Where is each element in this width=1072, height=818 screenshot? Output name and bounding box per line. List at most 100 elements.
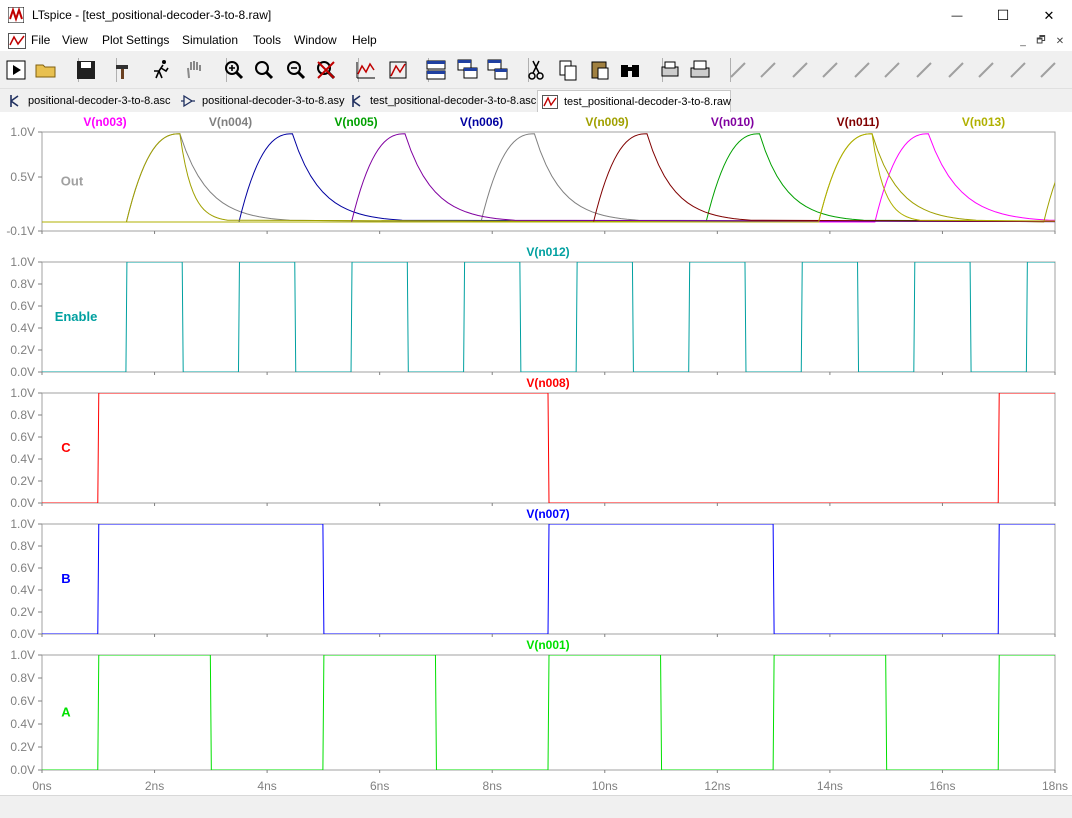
diode-button[interactable] — [911, 57, 937, 83]
plot-pane[interactable]: 1.0V 0.8V 0.6V 0.4V 0.2V 0.0V A V(n001) — [10, 638, 1056, 777]
status-bar — [0, 795, 1072, 818]
y-tick-label: 0.2V — [10, 343, 35, 357]
menu-help[interactable]: Help — [352, 33, 377, 47]
find-button[interactable] — [617, 57, 643, 83]
resistor-button[interactable] — [817, 57, 843, 83]
mdi-restore-icon: 🗗 — [1036, 34, 1046, 46]
label-button[interactable] — [787, 57, 813, 83]
pane-label: A — [61, 705, 71, 720]
y-tick-label: 0.8V — [10, 408, 35, 422]
autorange-button[interactable] — [353, 57, 379, 83]
y-tick-label: 1.0V — [10, 125, 35, 139]
minimize-button[interactable]: — — [934, 0, 980, 31]
toolbar — [0, 52, 1072, 89]
maximize-button[interactable]: ☐ — [980, 0, 1026, 31]
plot-settings-button[interactable] — [385, 57, 411, 83]
hammer-button[interactable] — [111, 57, 137, 83]
tab-symbol-asy[interactable]: positional-decoder-3-to-8.asy — [176, 91, 344, 111]
print-button[interactable] — [687, 57, 713, 83]
waveform-plot[interactable]: 1.0V 0.5V -0.1V Out V(n003) V(n004) V(n005) V(n… — [0, 112, 1072, 795]
zoom-fit-button[interactable] — [251, 57, 277, 83]
copy-button[interactable] — [555, 57, 581, 83]
y-tick-label: 0.0V — [10, 627, 35, 641]
trace-name[interactable]: V(n009) — [585, 115, 628, 129]
component-button[interactable] — [943, 57, 969, 83]
y-tick-label: 0.6V — [10, 299, 35, 313]
undo-button[interactable] — [1035, 57, 1061, 83]
waveform-viewer[interactable]: 1.0V 0.5V -0.1V Out V(n003) V(n004) V(n005) V(n… — [0, 112, 1072, 795]
find-icon — [621, 65, 639, 77]
trace-name[interactable]: V(n004) — [209, 115, 252, 129]
y-tick-label: 0.0V — [10, 365, 35, 379]
label-icon — [792, 62, 808, 78]
capacitor-button[interactable] — [849, 57, 875, 83]
plot-pane[interactable]: 1.0V 0.8V 0.6V 0.4V 0.2V 0.0V Enable V(n012) — [10, 245, 1056, 379]
waveform-icon — [542, 95, 558, 109]
tab-test-schematic-asc[interactable]: test_positional-decoder-3-to-8.asc — [346, 91, 536, 111]
y-tick-label: -0.1V — [6, 224, 35, 238]
running-man-icon — [154, 60, 169, 79]
print-preview-button[interactable] — [657, 57, 683, 83]
hammer-icon — [116, 65, 128, 79]
inductor-button[interactable] — [879, 57, 905, 83]
plot-pane[interactable]: 1.0V 0.8V 0.6V 0.4V 0.2V 0.0V B V(n007) — [10, 507, 1056, 641]
zoom-in-button[interactable] — [221, 57, 247, 83]
mdi-minimize-button[interactable]: _ — [1015, 33, 1031, 49]
run-button[interactable] — [3, 57, 29, 83]
cut-button[interactable] — [523, 57, 549, 83]
save-button[interactable] — [73, 57, 99, 83]
plot-pane[interactable]: 1.0V 0.8V 0.6V 0.4V 0.2V 0.0V C V(n008) — [10, 376, 1056, 510]
open-folder-button[interactable] — [33, 57, 59, 83]
trace-name[interactable]: V(n007) — [526, 507, 569, 521]
x-tick-label: 16ns — [929, 779, 955, 793]
menu-window[interactable]: Window — [294, 33, 337, 47]
y-tick-label: 0.6V — [10, 561, 35, 575]
trace-name[interactable]: V(n008) — [526, 376, 569, 390]
tile-horizontal-icon — [426, 60, 446, 80]
running-man-button[interactable] — [149, 57, 175, 83]
mdi-restore-button[interactable]: 🗗 — [1033, 33, 1049, 49]
ground-icon — [760, 62, 776, 78]
close-icon: ✕ — [1043, 7, 1055, 23]
trace-name[interactable]: V(n011) — [837, 115, 880, 129]
tab-label: test_positional-decoder-3-to-8.asc — [370, 95, 537, 107]
tile-vertical-icon — [487, 59, 508, 80]
close-button[interactable]: ✕ — [1026, 0, 1072, 31]
trace-name[interactable]: V(n010) — [711, 115, 754, 129]
cascade-button[interactable] — [455, 57, 481, 83]
trace-name[interactable]: V(n012) — [526, 245, 569, 259]
cascade-icon — [457, 59, 478, 79]
mdi-close-button[interactable]: ✕ — [1052, 33, 1068, 49]
y-tick-label: 0.0V — [10, 763, 35, 777]
drag-button[interactable] — [1005, 57, 1031, 83]
move-button[interactable] — [973, 57, 999, 83]
menu-file[interactable]: File — [31, 33, 50, 47]
tile-vertical-button[interactable] — [485, 57, 511, 83]
tab-test-raw[interactable]: test_positional-decoder-3-to-8.raw — [537, 90, 731, 113]
y-tick-label: 0.5V — [10, 170, 35, 184]
paste-button[interactable] — [587, 57, 613, 83]
mdi-minimize-icon: _ — [1020, 35, 1026, 47]
trace-name[interactable]: V(n003) — [83, 115, 126, 129]
menu-tools[interactable]: Tools — [253, 33, 281, 47]
waveform-doc-icon — [8, 33, 26, 49]
menu-view[interactable]: View — [62, 33, 88, 47]
menu-plot-settings[interactable]: Plot Settings — [102, 33, 169, 47]
trace-name[interactable]: V(n013) — [962, 115, 1005, 129]
menu-simulation[interactable]: Simulation — [182, 33, 238, 47]
zoom-out-button[interactable] — [283, 57, 309, 83]
y-tick-label: 0.8V — [10, 671, 35, 685]
pane-label: B — [61, 571, 70, 586]
ground-button[interactable] — [755, 57, 781, 83]
minimize-icon: — — [951, 9, 963, 22]
trace-name[interactable]: V(n001) — [526, 638, 569, 652]
plot-pane[interactable]: 1.0V 0.5V -0.1V Out V(n003) V(n004) V(n005) V(n… — [6, 115, 1072, 238]
trace-name[interactable]: V(n006) — [460, 115, 503, 129]
trace-name[interactable]: V(n005) — [334, 115, 377, 129]
draw-wire-button[interactable] — [725, 57, 751, 83]
zoom-cancel-button[interactable] — [313, 57, 339, 83]
schematic-icon — [350, 94, 364, 108]
tile-horizontal-button[interactable] — [423, 57, 449, 83]
tab-schematic-asc[interactable]: positional-decoder-3-to-8.asc — [4, 91, 170, 111]
hand-button[interactable] — [181, 57, 207, 83]
